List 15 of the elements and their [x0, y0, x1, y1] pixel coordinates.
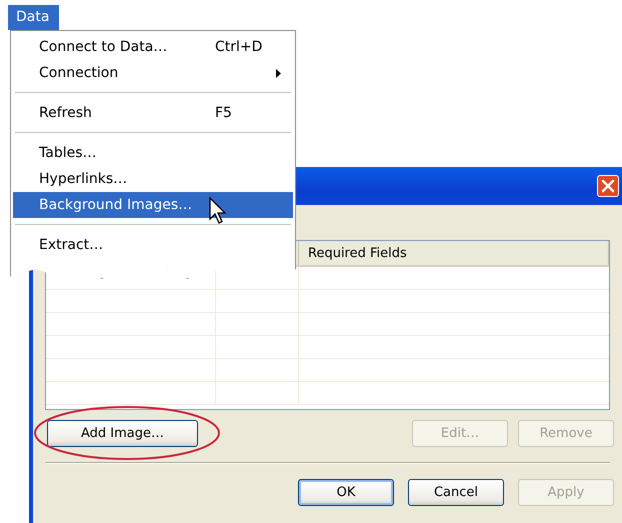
dialog-button[interactable]: Cancel [408, 479, 504, 506]
menu-item[interactable]: Connect to Data… Ctrl+D [13, 34, 293, 60]
close-button[interactable] [597, 175, 619, 197]
submenu-arrow-icon [276, 68, 281, 78]
column-header: Required Fields [308, 246, 407, 260]
menu-item[interactable]: Hyperlinks… [13, 166, 293, 192]
menu-item[interactable]: Tables… [13, 140, 293, 166]
dialog-button[interactable]: OK [298, 479, 394, 506]
menu-item[interactable]: Extract… [13, 232, 293, 258]
menu-item[interactable]: Refresh F5 [13, 100, 293, 126]
mouse-pointer-icon [209, 197, 229, 225]
dialog-button[interactable]: Add Image… [47, 420, 198, 447]
menu-item[interactable]: Connection [13, 60, 293, 86]
close-icon [601, 179, 615, 193]
menu-title[interactable]: Data [8, 5, 60, 30]
